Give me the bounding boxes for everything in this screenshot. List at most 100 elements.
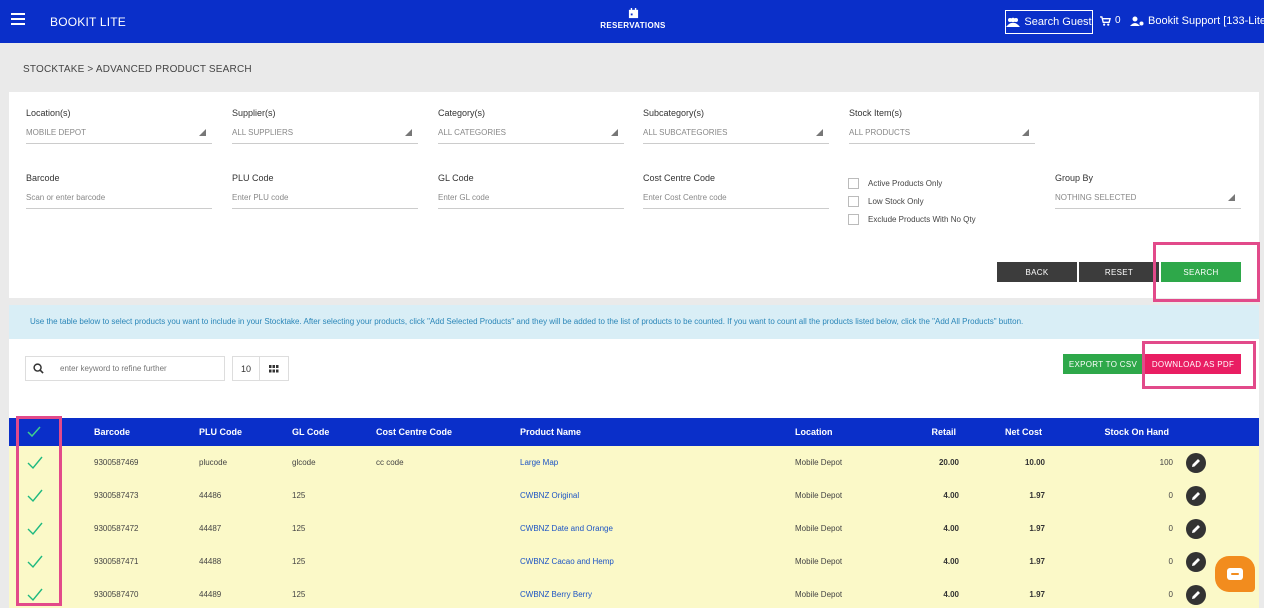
col-stock-on-hand[interactable]: Stock On Hand <box>1069 418 1169 446</box>
cell-net-cost: 1.97 <box>1029 491 1045 500</box>
top-bar: BOOKIT LITE RESERVATIONS Search Guest 0 … <box>0 0 1264 43</box>
grid-view-icon[interactable] <box>260 357 288 380</box>
subcategory-select[interactable]: Subcategory(s) ALL SUBCATEGORIES <box>643 108 829 144</box>
group-by-select[interactable]: Group By NOTHING SELECTED <box>1055 173 1241 209</box>
nav-reservations[interactable]: RESERVATIONS <box>595 8 671 30</box>
checkbox-label: Low Stock Only <box>868 197 924 206</box>
edit-button[interactable] <box>1186 578 1206 608</box>
pencil-icon[interactable] <box>1186 485 1206 506</box>
edit-button[interactable] <box>1186 512 1206 545</box>
cell-net-cost: 1.97 <box>1029 557 1045 566</box>
cell-product-link[interactable]: CWBNZ Date and Orange <box>520 512 613 545</box>
cell-stock: 100 <box>1159 458 1173 467</box>
dropdown-triangle-icon <box>1228 194 1235 201</box>
stock-item-select[interactable]: Stock Item(s) ALL PRODUCTS <box>849 108 1035 144</box>
category-select[interactable]: Category(s) ALL CATEGORIES <box>438 108 624 144</box>
table-row[interactable]: 9300587469 plucode glcode cc code Large … <box>9 446 1259 479</box>
user-cog-icon <box>1130 16 1144 26</box>
table-row[interactable]: 9300587471 44488 125 CWBNZ Cacao and Hem… <box>9 545 1259 578</box>
back-button[interactable]: BACK <box>997 262 1077 282</box>
col-gl[interactable]: GL Code <box>292 418 329 446</box>
checkbox-box[interactable] <box>848 214 859 225</box>
low-stock-checkbox[interactable]: Low Stock Only <box>848 196 976 207</box>
table-row[interactable]: 9300587472 44487 125 CWBNZ Date and Oran… <box>9 512 1259 545</box>
pencil-icon[interactable] <box>1186 452 1206 473</box>
checkbox-box[interactable] <box>848 178 859 189</box>
search-highlight-box <box>1153 242 1260 302</box>
col-barcode[interactable]: Barcode <box>94 418 130 446</box>
cell-cost-centre: cc code <box>376 458 404 467</box>
barcode-field[interactable]: Barcode Scan or enter barcode <box>26 173 212 209</box>
page-size-control[interactable]: 10 <box>232 356 289 381</box>
gl-placeholder[interactable]: Enter GL code <box>438 193 624 209</box>
cell-location: Mobile Depot <box>795 491 843 500</box>
checkbox-box[interactable] <box>848 196 859 207</box>
table-search-input[interactable] <box>60 364 220 373</box>
cell-retail: 4.00 <box>943 590 959 599</box>
cell-plu: 44486 <box>199 491 222 500</box>
col-location[interactable]: Location <box>795 418 833 446</box>
breadcrumb: STOCKTAKE > ADVANCED PRODUCT SEARCH <box>23 64 252 75</box>
col-net-cost[interactable]: Net Cost <box>969 418 1042 446</box>
cell-plu: plucode <box>199 458 228 467</box>
col-product-name[interactable]: Product Name <box>520 418 581 446</box>
cell-gl: 125 <box>292 491 306 500</box>
cart-icon <box>1100 15 1111 26</box>
pencil-icon[interactable] <box>1186 518 1206 539</box>
exclude-no-qty-checkbox[interactable]: Exclude Products With No Qty <box>848 214 976 225</box>
hamburger-menu-icon[interactable] <box>11 13 25 27</box>
cell-plu: 44489 <box>199 590 222 599</box>
cost-centre-placeholder[interactable]: Enter Cost Centre code <box>643 193 829 209</box>
col-plu[interactable]: PLU Code <box>199 418 242 446</box>
cart-button[interactable]: 0 <box>1100 15 1121 26</box>
cell-plu: 44487 <box>199 524 222 533</box>
table-row[interactable]: 9300587473 44486 125 CWBNZ Original Mobi… <box>9 479 1259 512</box>
user-menu[interactable]: Bookit Support [133-Lite] <box>1130 15 1264 27</box>
supplier-select[interactable]: Supplier(s) ALL SUPPLIERS <box>232 108 418 144</box>
page-size-value[interactable]: 10 <box>233 357 260 380</box>
reset-button[interactable]: RESET <box>1079 262 1159 282</box>
supplier-value: ALL SUPPLIERS <box>232 128 294 137</box>
cell-product-link[interactable]: CWBNZ Cacao and Hemp <box>520 545 614 578</box>
search-guest-label: Search Guest <box>1024 16 1092 28</box>
export-csv-button[interactable]: EXPORT TO CSV <box>1063 354 1143 374</box>
cell-retail: 4.00 <box>943 524 959 533</box>
location-select[interactable]: Location(s) MOBILE DEPOT <box>26 108 212 144</box>
cell-product-link[interactable]: CWBNZ Berry Berry <box>520 578 592 608</box>
col-retail[interactable]: Retail <box>889 418 956 446</box>
cell-location: Mobile Depot <box>795 458 843 467</box>
table-search[interactable] <box>25 356 225 381</box>
cost-centre-field[interactable]: Cost Centre Code Enter Cost Centre code <box>643 173 829 209</box>
cell-barcode: 9300587471 <box>94 557 139 566</box>
active-only-checkbox[interactable]: Active Products Only <box>848 178 976 189</box>
search-icon <box>26 363 50 374</box>
pencil-icon[interactable] <box>1186 551 1206 572</box>
plu-placeholder[interactable]: Enter PLU code <box>232 193 418 209</box>
search-guest-button[interactable]: Search Guest <box>1005 10 1093 34</box>
cell-stock: 0 <box>1168 524 1173 533</box>
pencil-icon[interactable] <box>1186 584 1206 605</box>
table-row[interactable]: 9300587470 44489 125 CWBNZ Berry Berry M… <box>9 578 1259 608</box>
barcode-placeholder[interactable]: Scan or enter barcode <box>26 193 212 209</box>
plu-label: PLU Code <box>232 173 274 183</box>
col-cost-centre[interactable]: Cost Centre Code <box>376 418 452 446</box>
location-value: MOBILE DEPOT <box>26 128 87 137</box>
info-message: Use the table below to select products y… <box>9 305 1259 339</box>
cell-product-link[interactable]: Large Map <box>520 446 558 479</box>
cell-retail: 4.00 <box>943 557 959 566</box>
cell-product-link[interactable]: CWBNZ Original <box>520 479 579 512</box>
cell-location: Mobile Depot <box>795 590 843 599</box>
location-label: Location(s) <box>26 108 71 118</box>
cost-centre-label: Cost Centre Code <box>643 173 716 183</box>
edit-button[interactable] <box>1186 479 1206 512</box>
plu-field[interactable]: PLU Code Enter PLU code <box>232 173 418 209</box>
cell-gl: 125 <box>292 524 306 533</box>
category-value: ALL CATEGORIES <box>438 128 507 137</box>
chat-widget-button[interactable] <box>1215 556 1255 592</box>
cell-barcode: 9300587473 <box>94 491 139 500</box>
gl-field[interactable]: GL Code Enter GL code <box>438 173 624 209</box>
dropdown-triangle-icon <box>405 129 412 136</box>
edit-button[interactable] <box>1186 545 1206 578</box>
edit-button[interactable] <box>1186 446 1206 479</box>
dropdown-triangle-icon <box>816 129 823 136</box>
